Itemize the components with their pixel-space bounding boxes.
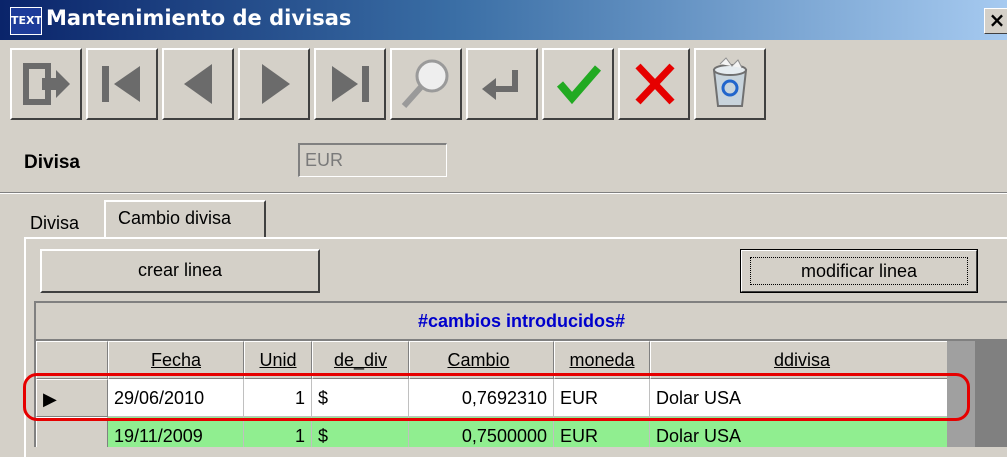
- last-icon: [332, 66, 369, 102]
- window-title: Mantenimiento de divisas: [46, 6, 352, 30]
- separator: [0, 192, 1007, 194]
- modify-line-button[interactable]: modificar linea: [740, 249, 978, 293]
- header-indicator: [36, 341, 108, 379]
- header-moneda[interactable]: moneda: [554, 341, 650, 379]
- accept-button[interactable]: [542, 48, 614, 120]
- return-button[interactable]: [466, 48, 538, 120]
- header-de-div[interactable]: de_div: [312, 341, 409, 379]
- row-indicator: [36, 417, 108, 447]
- tab-divisa[interactable]: Divisa: [30, 208, 80, 234]
- exit-icon: [23, 63, 70, 105]
- divisa-label: Divisa: [24, 152, 80, 173]
- cell-unid[interactable]: 1: [244, 417, 312, 447]
- grid-title: #cambios introducidos#: [34, 301, 1007, 339]
- next-record-button[interactable]: [238, 48, 310, 120]
- table-row[interactable]: 19/11/2009 1 $ 0,7500000 EUR Dolar USA: [36, 417, 948, 447]
- recycle-button[interactable]: [694, 48, 766, 120]
- previous-icon: [184, 64, 212, 104]
- row-indicator-icon: ▶: [36, 379, 108, 417]
- first-record-button[interactable]: [86, 48, 158, 120]
- last-record-button[interactable]: [314, 48, 386, 120]
- search-button[interactable]: [390, 48, 462, 120]
- exchange-grid[interactable]: Fecha Unid de_div Cambio moneda ddivisa …: [34, 339, 1007, 447]
- cell-fecha[interactable]: 29/06/2010: [108, 379, 244, 417]
- previous-record-button[interactable]: [162, 48, 234, 120]
- header-unid[interactable]: Unid: [244, 341, 312, 379]
- header-fecha[interactable]: Fecha: [108, 341, 244, 379]
- header-ddivisa[interactable]: ddivisa: [650, 341, 948, 379]
- modify-line-label: modificar linea: [750, 257, 968, 285]
- cross-icon: [635, 63, 675, 105]
- cancel-button[interactable]: [618, 48, 690, 120]
- app-icon: TEXT: [10, 7, 42, 35]
- cell-unid[interactable]: 1: [244, 379, 312, 417]
- title-bar: TEXT Mantenimiento de divisas ×: [0, 0, 1007, 40]
- exit-button[interactable]: [10, 48, 82, 120]
- recycle-bin-icon: [712, 57, 748, 107]
- cell-cambio[interactable]: 0,7500000: [409, 417, 554, 447]
- cell-moneda[interactable]: EUR: [554, 417, 650, 447]
- divisa-field[interactable]: EUR: [298, 143, 447, 177]
- tab-cambio-divisa[interactable]: Cambio divisa: [104, 200, 266, 238]
- first-icon: [102, 66, 140, 102]
- cell-ddivisa[interactable]: Dolar USA: [650, 417, 948, 447]
- create-line-button[interactable]: crear linea: [40, 249, 320, 293]
- cell-de-div[interactable]: $: [312, 379, 409, 417]
- vertical-scrollbar[interactable]: [947, 341, 975, 447]
- close-button[interactable]: ×: [984, 8, 1007, 34]
- header-cambio[interactable]: Cambio: [409, 341, 554, 379]
- return-icon: [482, 70, 518, 100]
- cell-fecha[interactable]: 19/11/2009: [108, 417, 244, 447]
- check-icon: [556, 65, 602, 105]
- table-row[interactable]: ▶ 29/06/2010 1 $ 0,7692310 EUR Dolar USA: [36, 379, 948, 417]
- next-icon: [262, 64, 290, 104]
- cell-moneda[interactable]: EUR: [554, 379, 650, 417]
- cell-cambio[interactable]: 0,7692310: [409, 379, 554, 417]
- grid-header-row: Fecha Unid de_div Cambio moneda ddivisa: [36, 341, 948, 379]
- cell-ddivisa[interactable]: Dolar USA: [650, 379, 948, 417]
- cell-de-div[interactable]: $: [312, 417, 409, 447]
- search-icon: [401, 59, 449, 109]
